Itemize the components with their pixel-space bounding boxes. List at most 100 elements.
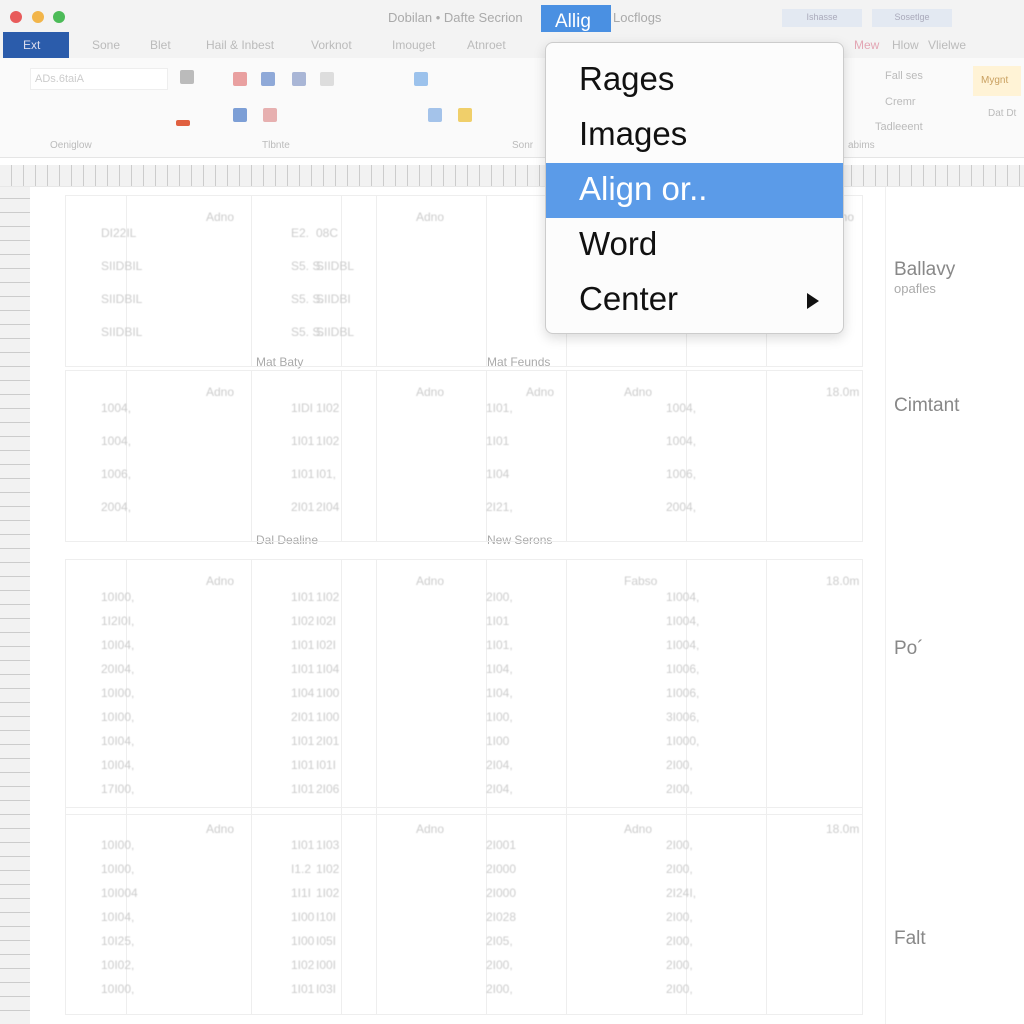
submenu-arrow-icon — [807, 293, 819, 309]
horizontal-ruler[interactable] — [0, 165, 1024, 187]
tab[interactable]: Hlow — [892, 38, 919, 52]
menu-item-center[interactable]: Center — [546, 273, 843, 328]
table-cell: 2I24I, — [666, 886, 697, 900]
vertical-ruler[interactable] — [0, 187, 30, 1024]
menu-item-word[interactable]: Word — [546, 218, 843, 273]
table-cell: I05I — [316, 934, 337, 948]
group-label: Sonr — [512, 140, 534, 151]
table-cell: I10I — [316, 910, 337, 924]
table-cell: 1004, — [101, 434, 132, 448]
column-divider — [251, 371, 252, 541]
maximize-window-button[interactable] — [53, 11, 65, 23]
table-cell: 1I02 — [316, 434, 340, 448]
clipboard-icon[interactable] — [180, 70, 194, 84]
table-cell: 2I00, — [666, 782, 693, 796]
tab[interactable]: Imouget — [392, 38, 435, 52]
column-divider — [486, 371, 487, 541]
table-cell: 1I02 — [291, 614, 315, 628]
ribbon-item[interactable]: Fall ses — [885, 70, 923, 82]
frame-icon[interactable] — [414, 72, 428, 86]
menu-locflogs[interactable]: Locflogs — [613, 10, 661, 25]
table-cell: 18.0m — [826, 822, 860, 836]
pen-icon[interactable] — [292, 72, 306, 86]
table-cell: SIIDBL — [316, 259, 355, 273]
list-icon[interactable] — [320, 72, 334, 86]
chart-icon[interactable] — [261, 72, 275, 86]
table-cell: 2I00, — [666, 910, 693, 924]
table-cell: 1I00 — [316, 686, 340, 700]
table-cell: 1I004, — [666, 590, 700, 604]
table-cell: 1I01 — [291, 590, 315, 604]
tab[interactable]: Blet — [150, 38, 171, 52]
group-label: Tlbnte — [262, 140, 290, 151]
close-window-button[interactable] — [10, 11, 22, 23]
menu-item-align[interactable]: Align or.. — [546, 163, 843, 218]
fill-icon[interactable] — [458, 108, 472, 122]
font-name-select[interactable]: ADs.6taiA — [30, 68, 168, 90]
side-label: opafles — [894, 281, 936, 296]
toolbar-button[interactable]: Sosetlge — [872, 9, 952, 27]
table-cell: I01, — [316, 467, 337, 481]
table-cell: 1I00 — [291, 934, 315, 948]
table-cell: 1I04, — [486, 662, 513, 676]
highlight-icon[interactable] — [233, 72, 247, 86]
table-cell: Adno — [624, 385, 653, 399]
column-divider — [566, 808, 567, 1014]
format-icon[interactable] — [233, 108, 247, 122]
table-cell: 1I01 — [486, 614, 510, 628]
table-cell: I1.2 — [291, 862, 312, 876]
tab[interactable]: Atnroet — [467, 38, 506, 52]
table-cell: 2I04 — [316, 500, 340, 514]
tab[interactable]: Vorknot — [311, 38, 352, 52]
table-cell: 1004, — [666, 434, 697, 448]
ribbon-item[interactable]: Cremr — [885, 96, 916, 108]
column-divider — [376, 808, 377, 1014]
font-color-icon[interactable] — [176, 120, 190, 126]
column-divider — [341, 808, 342, 1014]
side-label: Ballavy — [894, 259, 956, 280]
table-cell: SIIDBL — [316, 325, 355, 339]
column-divider — [251, 808, 252, 1014]
table-cell: 10I04, — [101, 758, 135, 772]
styles-button[interactable]: Mygnt — [973, 66, 1021, 96]
table-cell: 1I2I0I, — [101, 614, 135, 628]
column-divider — [251, 560, 252, 814]
ribbon-item[interactable]: Tadleeent — [875, 121, 923, 133]
group-label: abims — [848, 140, 875, 151]
menu-item-label: Word — [579, 225, 658, 262]
picture-icon[interactable] — [428, 108, 442, 122]
table-cell: 1I01 — [291, 467, 315, 481]
table-cell: Adno — [416, 210, 445, 224]
menu-item-images[interactable]: Images — [546, 108, 843, 163]
table-cell: 1I01 — [291, 758, 315, 772]
menu-item-label: Center — [579, 280, 679, 317]
table-cell: 1I000, — [666, 734, 700, 748]
table-cell: 1I01 — [291, 638, 315, 652]
menu-item-rages[interactable]: Rages — [546, 53, 843, 108]
tab[interactable]: Vlielwe — [928, 38, 966, 52]
table-cell: 2I00, — [486, 982, 513, 996]
column-divider — [566, 371, 567, 541]
table-cell: I01I — [316, 758, 337, 772]
tab[interactable]: Mew — [854, 38, 879, 52]
align-icon[interactable] — [263, 108, 277, 122]
dropdown-menu: Rages Images Align or.. Word Center — [545, 42, 844, 334]
table-block: Adno Adno Fabso 18.0m 10I00, 1I01 1I02 2I00, 1I0… — [65, 559, 863, 815]
table-cell: 2I00, — [666, 838, 693, 852]
table-cell: 1I01 — [291, 782, 315, 796]
table-cell: 1I02 — [291, 958, 315, 972]
table-cell: 1I02 — [316, 862, 340, 876]
table-cell: 1I03 — [316, 838, 340, 852]
tab-exit[interactable]: Ext — [3, 32, 69, 58]
toolbar-button[interactable]: Ishasse — [782, 9, 862, 27]
table-cell: 2I00, — [486, 958, 513, 972]
table-cell: 20I04, — [101, 662, 135, 676]
table-cell: 1I00 — [486, 734, 510, 748]
ribbon-item[interactable]: Dat Dt — [988, 108, 1016, 119]
table-cell: Adno — [416, 574, 445, 588]
table-cell: 1I04 — [486, 467, 510, 481]
table-cell: SIIDBIL — [101, 292, 143, 306]
minimize-window-button[interactable] — [32, 11, 44, 23]
tab[interactable]: Sone — [92, 38, 120, 52]
tab[interactable]: Hail & Inbest — [206, 38, 274, 52]
